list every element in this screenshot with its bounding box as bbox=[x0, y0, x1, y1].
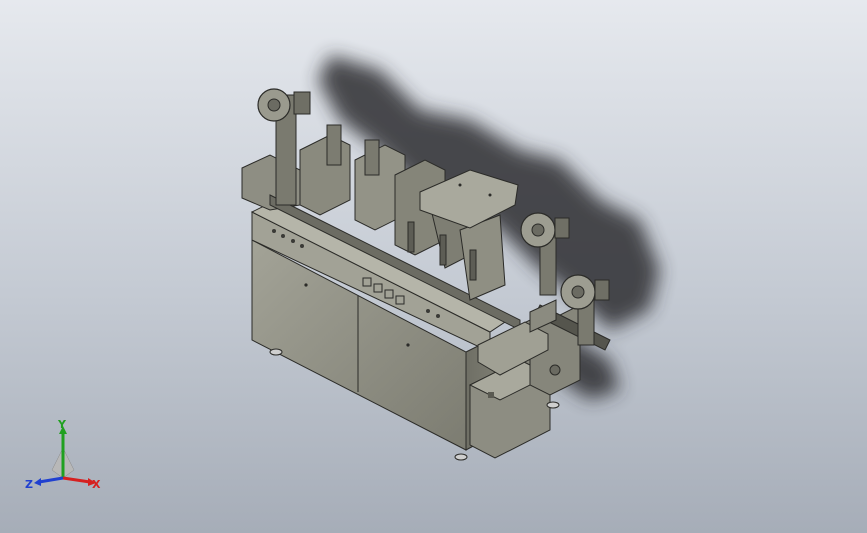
x-axis-label: X bbox=[92, 478, 101, 491]
y-axis-label: Y bbox=[57, 418, 67, 431]
x-axis-line bbox=[62, 476, 91, 484]
z-axis-label: Z bbox=[25, 478, 33, 491]
z-axis-line bbox=[38, 476, 64, 484]
graphics-viewport[interactable]: Y X Z bbox=[0, 0, 867, 533]
z-axis-arrow bbox=[34, 478, 41, 486]
machine-model[interactable] bbox=[0, 0, 867, 533]
axis-triad: Y X Z bbox=[25, 418, 101, 491]
